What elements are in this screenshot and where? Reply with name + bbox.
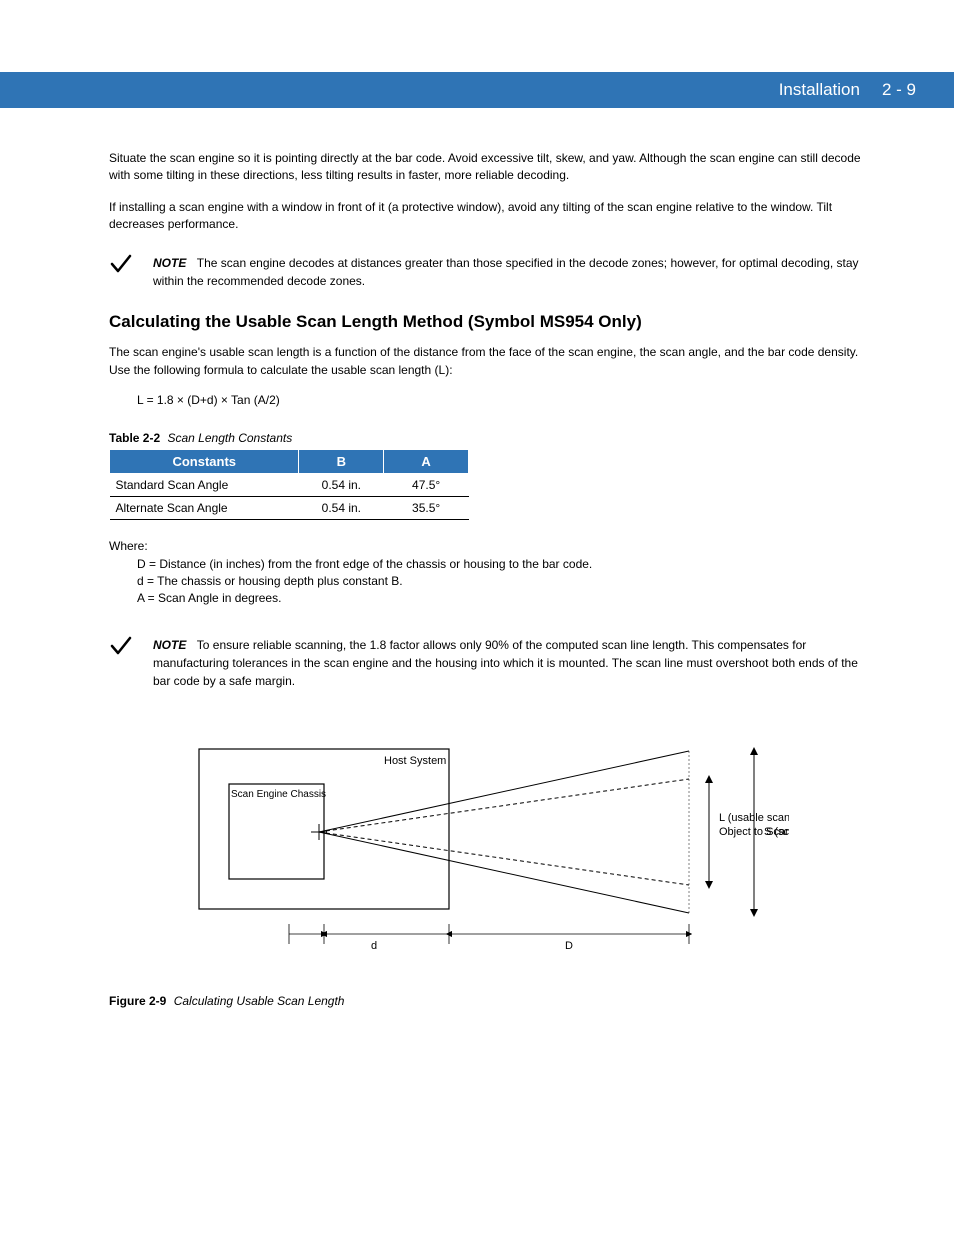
formula-scan-length: L = 1.8 × (D+d) × Tan (A/2): [137, 393, 869, 407]
subheading-scan-length: Calculating the Usable Scan Length Metho…: [109, 312, 869, 332]
where-line: A = Scan Angle in degrees.: [137, 590, 869, 607]
paragraph-formula-intro: The scan engine's usable scan length is …: [109, 344, 869, 379]
note-label-1: NOTE: [153, 256, 186, 270]
table-row: Standard Scan Angle 0.54 in. 47.5°: [110, 474, 469, 497]
note-block-2: NOTE To ensure reliable scanning, the 1.…: [109, 636, 869, 691]
table-caption-number: Table 2-2: [109, 431, 160, 445]
th-a: A: [384, 450, 469, 474]
table-row: Alternate Scan Angle 0.54 in. 35.5°: [110, 497, 469, 520]
table-caption-title: Scan Length Constants: [167, 431, 292, 445]
page-content: Situate the scan engine so it is pointin…: [109, 150, 869, 1008]
where-intro: Where:: [109, 538, 869, 555]
note-label-2: NOTE: [153, 638, 186, 652]
cell-a: 35.5°: [384, 497, 469, 520]
note-body-2: To ensure reliable scanning, the 1.8 fac…: [153, 638, 858, 689]
cell-b: 0.54 in.: [299, 497, 384, 520]
label-S: S (scan length): [764, 826, 789, 838]
paragraph-tilt: Situate the scan engine so it is pointin…: [109, 150, 869, 185]
table-caption: Table 2-2 Scan Length Constants: [109, 431, 869, 445]
where-line: d = The chassis or housing depth plus co…: [137, 573, 869, 590]
cell-a: 47.5°: [384, 474, 469, 497]
paragraph-window: If installing a scan engine with a windo…: [109, 199, 869, 234]
where-block: Where: D = Distance (in inches) from the…: [109, 538, 869, 608]
th-constants: Constants: [110, 450, 299, 474]
cell-b: 0.54 in.: [299, 474, 384, 497]
note-body-1: The scan engine decodes at distances gre…: [153, 256, 859, 288]
th-b: B: [299, 450, 384, 474]
label-D: D: [565, 940, 573, 952]
cell-label: Standard Scan Angle: [110, 474, 299, 497]
label-d: d: [371, 940, 377, 952]
figure-scan-length: Host System Scan Engine Chassis L (us: [109, 729, 869, 974]
checkmark-icon: [109, 252, 133, 276]
header-section: Installation: [779, 80, 860, 100]
figure-caption: Figure 2-9 Calculating Usable Scan Lengt…: [109, 994, 869, 1008]
where-line: D = Distance (in inches) from the front …: [137, 556, 869, 573]
label-chassis: Scan Engine Chassis: [231, 789, 326, 800]
constants-table: Constants B A Standard Scan Angle 0.54 i…: [109, 449, 469, 520]
cell-label: Alternate Scan Angle: [110, 497, 299, 520]
header-page-number: 2 - 9: [882, 80, 916, 100]
page-header: Installation 2 - 9: [0, 72, 954, 108]
checkmark-icon: [109, 634, 133, 658]
note-block-1: NOTE The scan engine decodes at distance…: [109, 254, 869, 291]
scan-length-diagram: Host System Scan Engine Chassis L (us: [189, 729, 789, 969]
figure-caption-number: Figure 2-9: [109, 994, 166, 1008]
label-host: Host System: [384, 755, 446, 767]
figure-caption-title: Calculating Usable Scan Length: [174, 994, 345, 1008]
